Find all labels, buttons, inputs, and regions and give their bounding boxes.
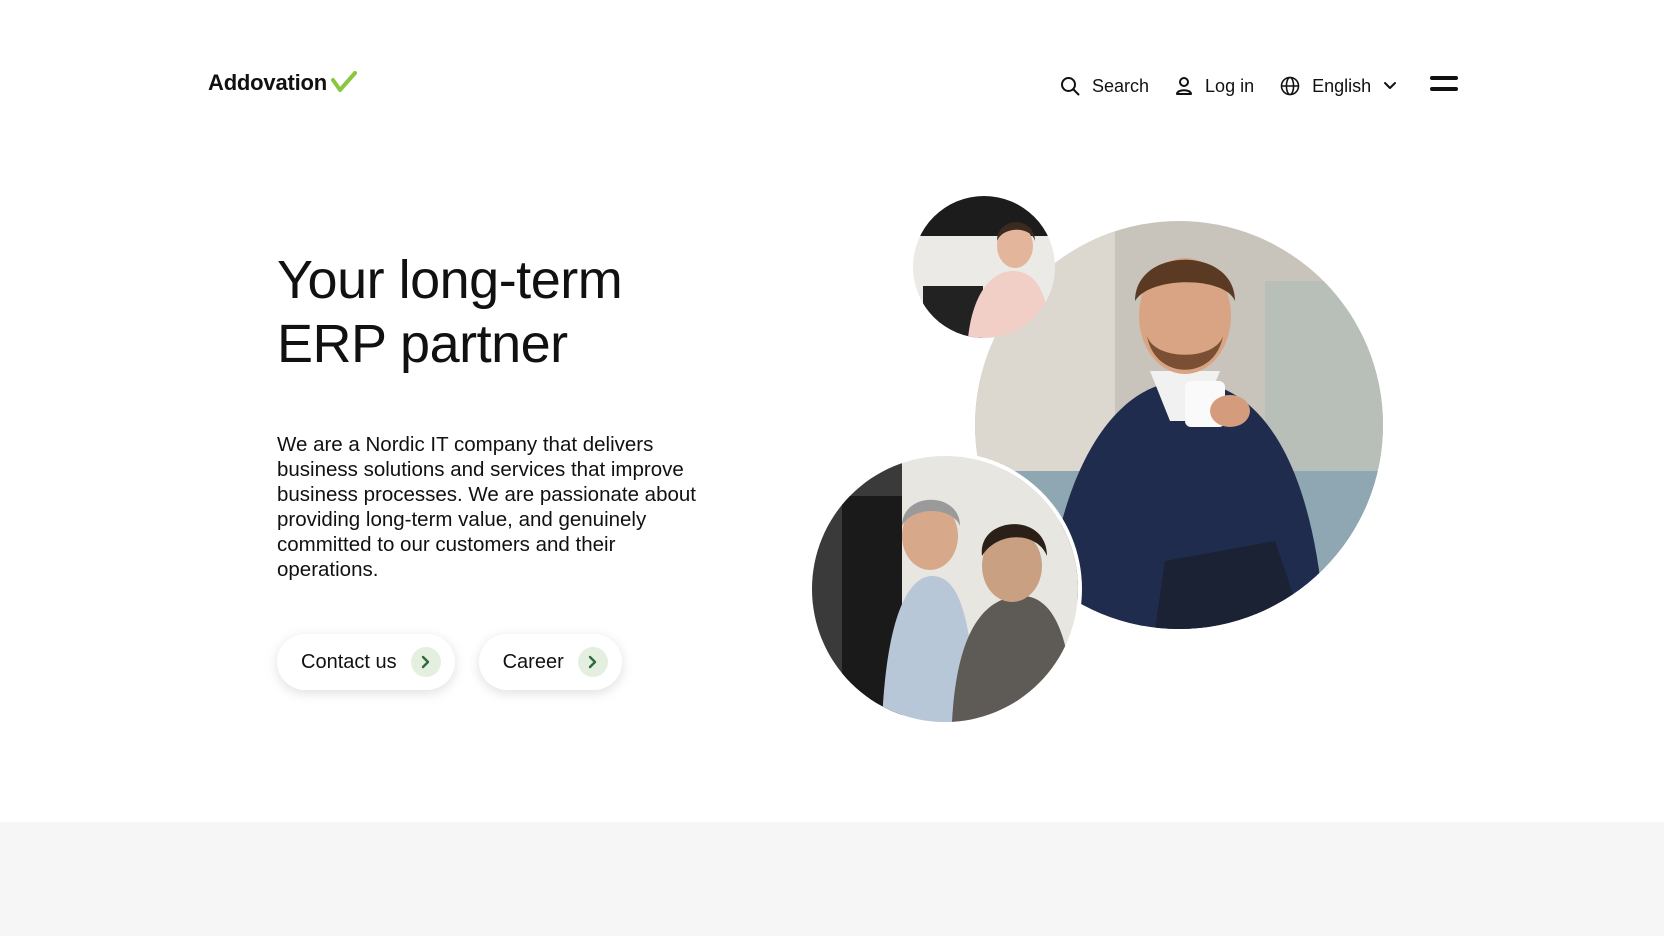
checkmark-logo-icon — [331, 71, 357, 92]
page: Addovation Search Log in English Your lo… — [0, 0, 1664, 936]
search-button[interactable]: Search — [1060, 76, 1149, 97]
career-button[interactable]: Career — [478, 634, 622, 690]
logo-text: Addovation — [208, 70, 327, 95]
title-line-1: Your long-term — [277, 250, 623, 310]
contact-us-label: Contact us — [301, 650, 397, 673]
menu-bar — [1430, 87, 1458, 91]
title-line-2: ERP partner — [277, 314, 568, 374]
login-label: Log in — [1205, 75, 1255, 96]
search-icon — [1061, 77, 1080, 96]
next-section-band — [0, 822, 1664, 936]
globe-icon — [1280, 76, 1300, 96]
language-label: English — [1312, 75, 1372, 96]
chevron-right-icon — [577, 647, 608, 677]
contact-us-button[interactable]: Contact us — [277, 634, 455, 690]
site-header: Addovation Search Log in English — [0, 0, 1664, 170]
menu-bar — [1430, 76, 1458, 80]
career-label: Career — [502, 650, 564, 673]
chevron-right-icon — [410, 647, 441, 677]
top-nav: Search Log in English — [1060, 70, 1423, 102]
page-title: Your long-term ERP partner — [277, 248, 757, 376]
logo[interactable]: Addovation — [208, 70, 357, 96]
photo-woman-at-desk — [913, 196, 1055, 338]
photo-colleagues-at-computer — [812, 456, 1078, 722]
cta-row: Contact us Career — [277, 634, 622, 690]
hero-description: We are a Nordic IT company that delivers… — [277, 433, 696, 581]
search-label: Search — [1092, 75, 1150, 96]
menu-icon[interactable] — [1430, 75, 1458, 93]
chevron-down-icon — [1384, 82, 1397, 89]
language-selector[interactable]: English — [1280, 76, 1397, 97]
user-icon — [1176, 77, 1193, 95]
login-button[interactable]: Log in — [1175, 76, 1254, 97]
